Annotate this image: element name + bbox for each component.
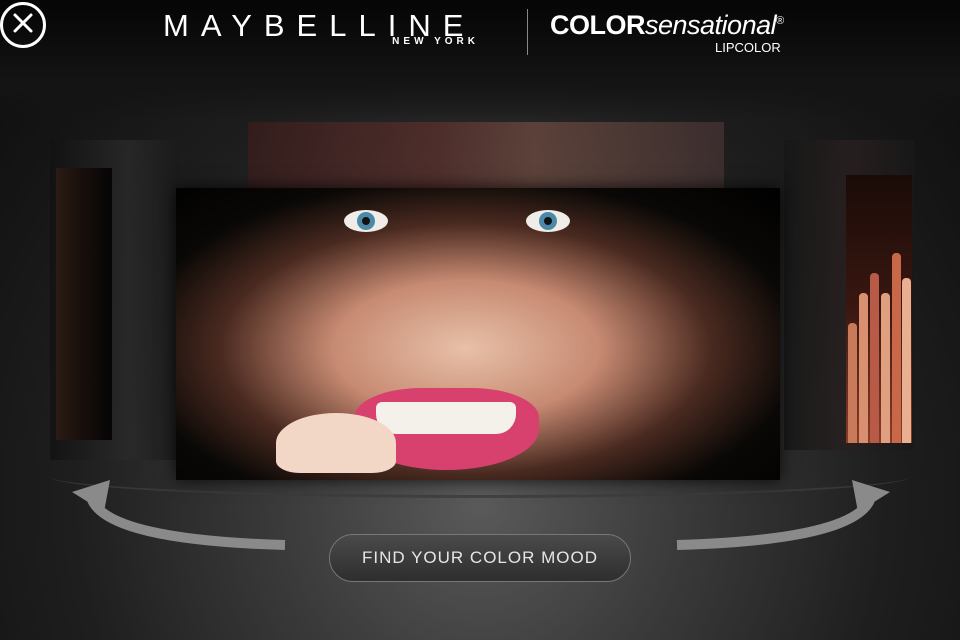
iris bbox=[539, 212, 557, 230]
model-teeth bbox=[376, 402, 516, 434]
carousel-panel-right[interactable] bbox=[846, 175, 912, 443]
rotate-left-arrow-icon bbox=[70, 470, 290, 550]
find-color-mood-button[interactable]: FIND YOUR COLOR MOOD bbox=[329, 534, 631, 582]
rotate-left-button[interactable] bbox=[70, 470, 290, 550]
lipstick-image bbox=[848, 323, 857, 443]
model-eye-right bbox=[526, 210, 570, 232]
pupil bbox=[544, 217, 552, 225]
rotate-right-button[interactable] bbox=[672, 470, 892, 550]
lipstick-image bbox=[870, 273, 879, 443]
lipstick-image bbox=[881, 293, 890, 443]
lipstick-image bbox=[902, 278, 911, 443]
model-eye-left bbox=[344, 210, 388, 232]
lipstick-image bbox=[892, 253, 901, 443]
carousel-panel-left[interactable] bbox=[56, 168, 112, 440]
rotate-right-arrow-icon bbox=[672, 470, 892, 550]
model-hand bbox=[276, 413, 396, 473]
pupil bbox=[362, 217, 370, 225]
carousel-panel-front[interactable] bbox=[176, 188, 780, 480]
product-carousel[interactable] bbox=[0, 0, 960, 500]
iris bbox=[357, 212, 375, 230]
find-color-mood-label: FIND YOUR COLOR MOOD bbox=[362, 548, 598, 567]
lipstick-image bbox=[859, 293, 868, 443]
carousel-panel-back[interactable] bbox=[248, 122, 724, 194]
